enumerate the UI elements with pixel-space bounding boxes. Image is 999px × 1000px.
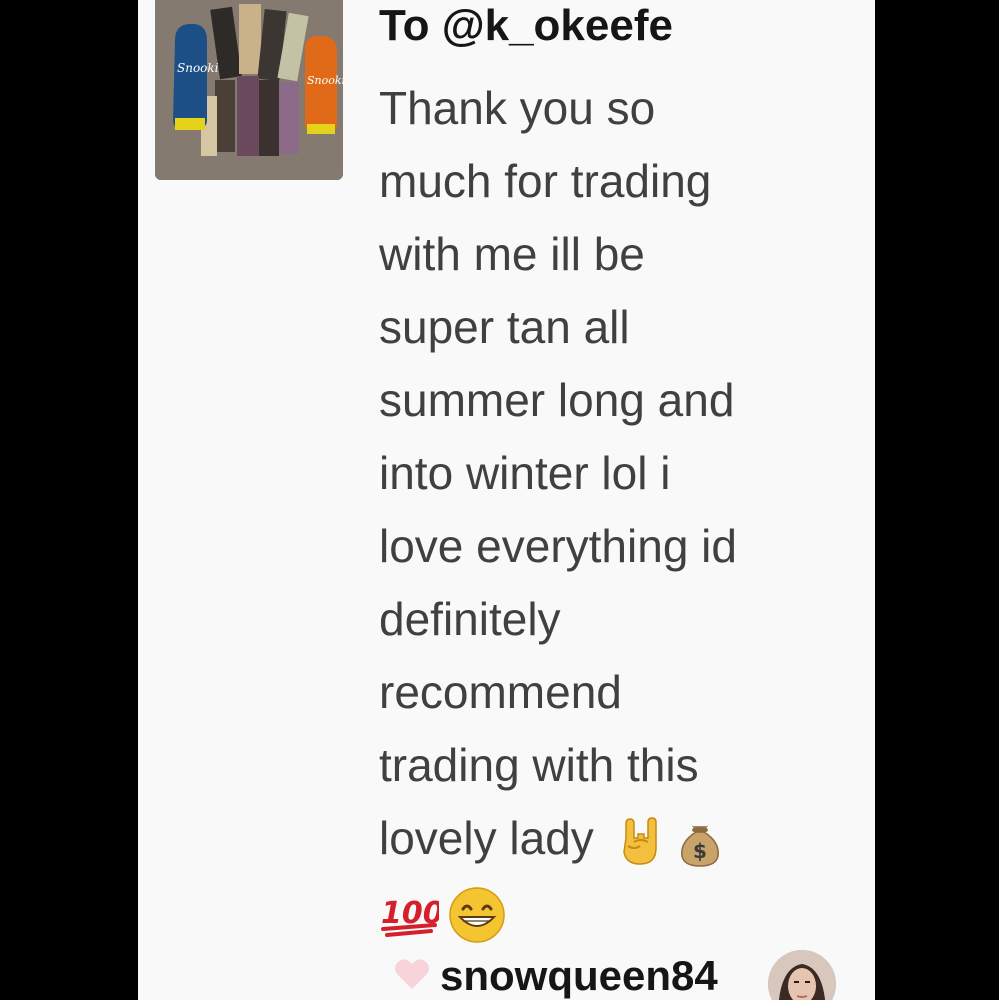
emoji-row: 100 [379,875,859,948]
comment-line: love everything id [379,520,737,572]
comment-panel: Snooki Snooki To @k_okeefe Thank you so … [138,0,875,1000]
heart-icon[interactable] [394,956,430,992]
product-thumbnail[interactable]: Snooki Snooki [155,0,343,180]
rock-on-hand-emoji [623,817,657,865]
comment-line-last: lovely lady $ [379,802,859,875]
svg-text:Snooki: Snooki [177,61,219,75]
comment-footer: snowqueen84 [394,942,864,1000]
comment-line: with me ill be [379,228,645,280]
svg-text:Snooki: Snooki [307,74,343,87]
comment-line: trading with this [379,739,699,791]
comment-message: To @k_okeefe Thank you so much for tradi… [379,0,859,948]
svg-text:$: $ [693,839,707,863]
money-bag-emoji: $ [680,825,719,867]
avatar-photo [768,950,836,1000]
comment-line: much for trading [379,155,712,207]
comment-line: Thank you so [379,82,656,134]
comment-line: definitely [379,593,561,645]
avatar[interactable] [768,950,836,1000]
comment-line-text: lovely lady [379,812,594,864]
comment-line: into winter lol i [379,447,671,499]
comment-recipient: To @k_okeefe [379,1,673,50]
comment-line: recommend [379,666,622,718]
grinning-face-emoji [449,887,505,943]
comment-line: summer long and [379,374,735,426]
hundred-points-emoji: 100 [381,896,439,937]
username-link[interactable]: snowqueen84 [440,952,718,1000]
comment-body: Thank you so much for trading with me il… [379,72,859,948]
comment-line: super tan all [379,301,630,353]
tanning-products-photo: Snooki Snooki [155,0,343,180]
